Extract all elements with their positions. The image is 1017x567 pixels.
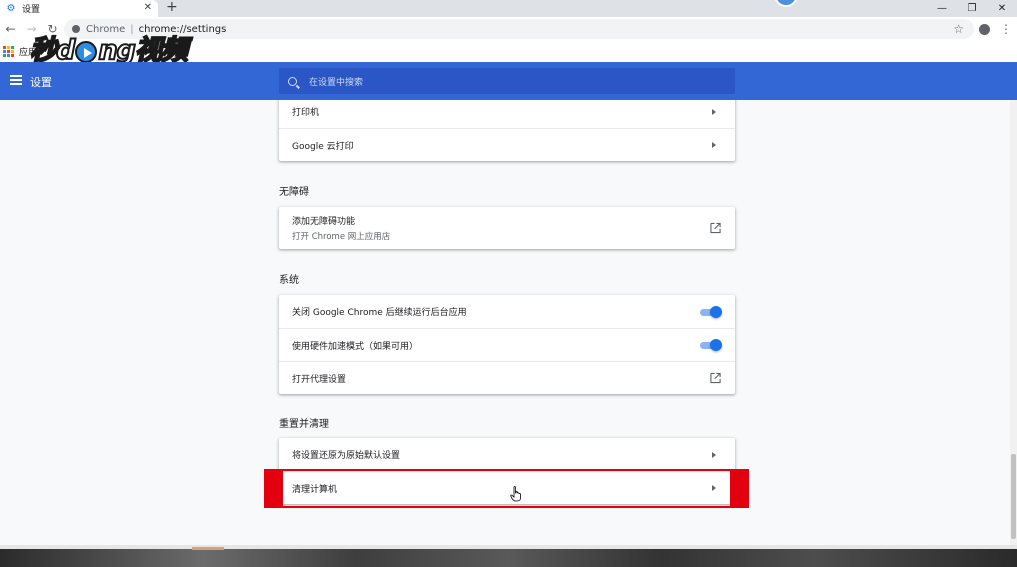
printers-label: 打印机 [292,108,320,118]
more-vert-icon[interactable]: ⋮ [995,19,1017,39]
settings-header: 设置 在设置中搜索 [0,62,1017,100]
system-card: 关闭 Google Chrome 后继续运行后台应用 使用硬件加速模式（如果可用… [279,295,735,394]
minimize-button[interactable]: — [927,0,957,17]
page-scrollbar[interactable] [1010,100,1017,545]
highlight-frame [264,469,749,508]
highlight-right-bar [730,470,749,507]
background-apps-label: 关闭 Google Chrome 后继续运行后台应用 [292,308,467,318]
highlight-left-bar [264,470,283,507]
open-in-new-icon [710,222,721,234]
star-icon[interactable]: ☆ [953,22,964,36]
cloud-print-row[interactable]: Google 云打印 [279,128,735,161]
back-icon[interactable]: ← [0,18,21,40]
scrollbar-thumb[interactable] [1011,454,1016,539]
tab-close-icon[interactable]: ✕ [144,2,152,13]
profile-circle-icon [774,0,798,7]
hardware-acceleration-row[interactable]: 使用硬件加速模式（如果可用） [279,328,735,361]
arrow-right-icon [712,142,716,148]
bottom-taskbar-strip [0,545,1017,567]
system-section-title: 系统 [279,275,299,286]
play-icon [75,40,98,63]
new-tab-button[interactable]: + [166,0,178,15]
background-apps-row[interactable]: 关闭 Google Chrome 后继续运行后台应用 [279,295,735,328]
settings-search-input[interactable]: 在设置中搜索 [279,68,735,94]
tab-strip: ⚙ 设置 ✕ + — ❐ ✕ [0,0,1017,17]
restore-button[interactable]: ❐ [957,0,987,17]
window-controls: — ❐ ✕ [927,0,1017,17]
open-in-new-icon [710,372,721,384]
restore-defaults-label: 将设置还原为原始默认设置 [292,451,401,461]
toolbar-right: ⋮ [973,19,1017,39]
address-bar[interactable]: Chrome | chrome://settings ☆ [64,19,974,39]
arrow-right-icon [712,451,716,458]
proxy-settings-label: 打开代理设置 [292,374,347,385]
tab-settings[interactable]: ⚙ 设置 ✕ [0,0,158,17]
search-placeholder: 在设置中搜索 [309,77,364,88]
page-title: 设置 [30,76,52,89]
hardware-acceleration-toggle[interactable] [700,339,722,351]
background-apps-toggle[interactable] [700,305,722,318]
hamburger-menu-icon[interactable] [10,75,22,85]
arrow-right-icon [712,108,716,115]
apps-grid-icon[interactable] [3,46,14,57]
tab-title: 设置 [22,5,41,15]
settings-content: 打印机 Google 云打印 无障碍 添加无障碍功能 打开 Chrome 网上应… [0,100,1010,545]
hand-cursor-icon [510,486,521,502]
close-window-button[interactable]: ✕ [987,0,1017,17]
proxy-settings-row[interactable]: 打开代理设置 [279,361,735,394]
add-accessibility-label: 添加无障碍功能 [292,217,356,227]
printers-row[interactable]: 打印机 [279,100,735,128]
printing-card: 打印机 Google 云打印 [279,100,735,161]
accessibility-section-title: 无障碍 [279,187,309,198]
account-icon[interactable] [973,19,995,39]
settings-gear-icon: ⚙ [6,3,16,14]
search-icon [288,76,297,86]
cloud-print-label: Google 云打印 [292,141,354,152]
restore-defaults-row[interactable]: 将设置还原为原始默认设置 [279,438,735,471]
hardware-acceleration-label: 使用硬件加速模式（如果可用） [292,341,419,352]
reset-section-title: 重置并清理 [279,419,329,430]
accessibility-card: 添加无障碍功能 打开 Chrome 网上应用店 [279,207,735,249]
add-accessibility-sublabel: 打开 Chrome 网上应用店 [292,232,391,242]
add-accessibility-row[interactable]: 添加无障碍功能 打开 Chrome 网上应用店 [279,207,735,249]
